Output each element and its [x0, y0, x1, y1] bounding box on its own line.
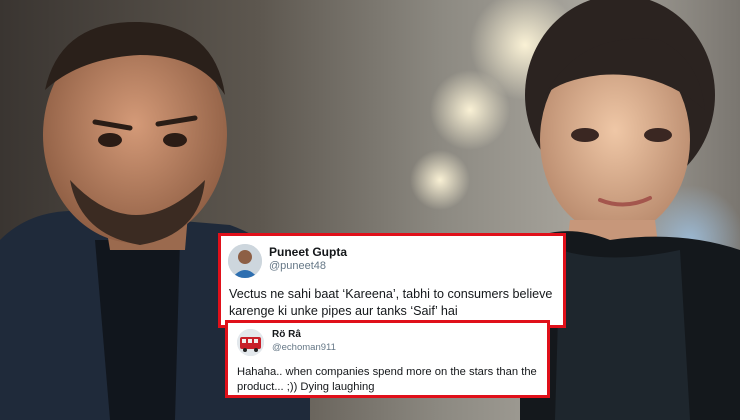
tweet-author-name[interactable]: Rö Râ: [272, 329, 301, 340]
tweet-author-name[interactable]: Puneet Gupta: [269, 245, 347, 259]
man-shirt: [95, 240, 180, 420]
chandelier-light: [410, 150, 470, 210]
woman-eye-right: [644, 128, 672, 142]
bus-avatar-icon: [237, 329, 264, 356]
chandelier-light: [430, 70, 510, 150]
tweet-text: Vectus ne sahi baat ‘Kareena’, tabhi to …: [229, 287, 553, 318]
avatar[interactable]: [228, 244, 262, 278]
woman-eye-left: [571, 128, 599, 142]
tweet-text: Hahaha.. when companies spend more on th…: [237, 366, 537, 393]
man-eye-right: [163, 133, 187, 147]
woman-lace: [555, 250, 690, 420]
user-avatar-icon: [228, 244, 262, 278]
avatar[interactable]: [237, 329, 264, 356]
tweet-author-handle[interactable]: @echoman911: [272, 342, 336, 353]
tweet-author-handle[interactable]: @puneet48: [269, 260, 326, 272]
man-eye-left: [98, 133, 122, 147]
tweet-card-ro-ra[interactable]: Rö Râ @echoman911 Hahaha.. when companie…: [225, 320, 550, 398]
tweet-card-puneet[interactable]: Puneet Gupta @puneet48 Vectus ne sahi ba…: [218, 233, 566, 328]
